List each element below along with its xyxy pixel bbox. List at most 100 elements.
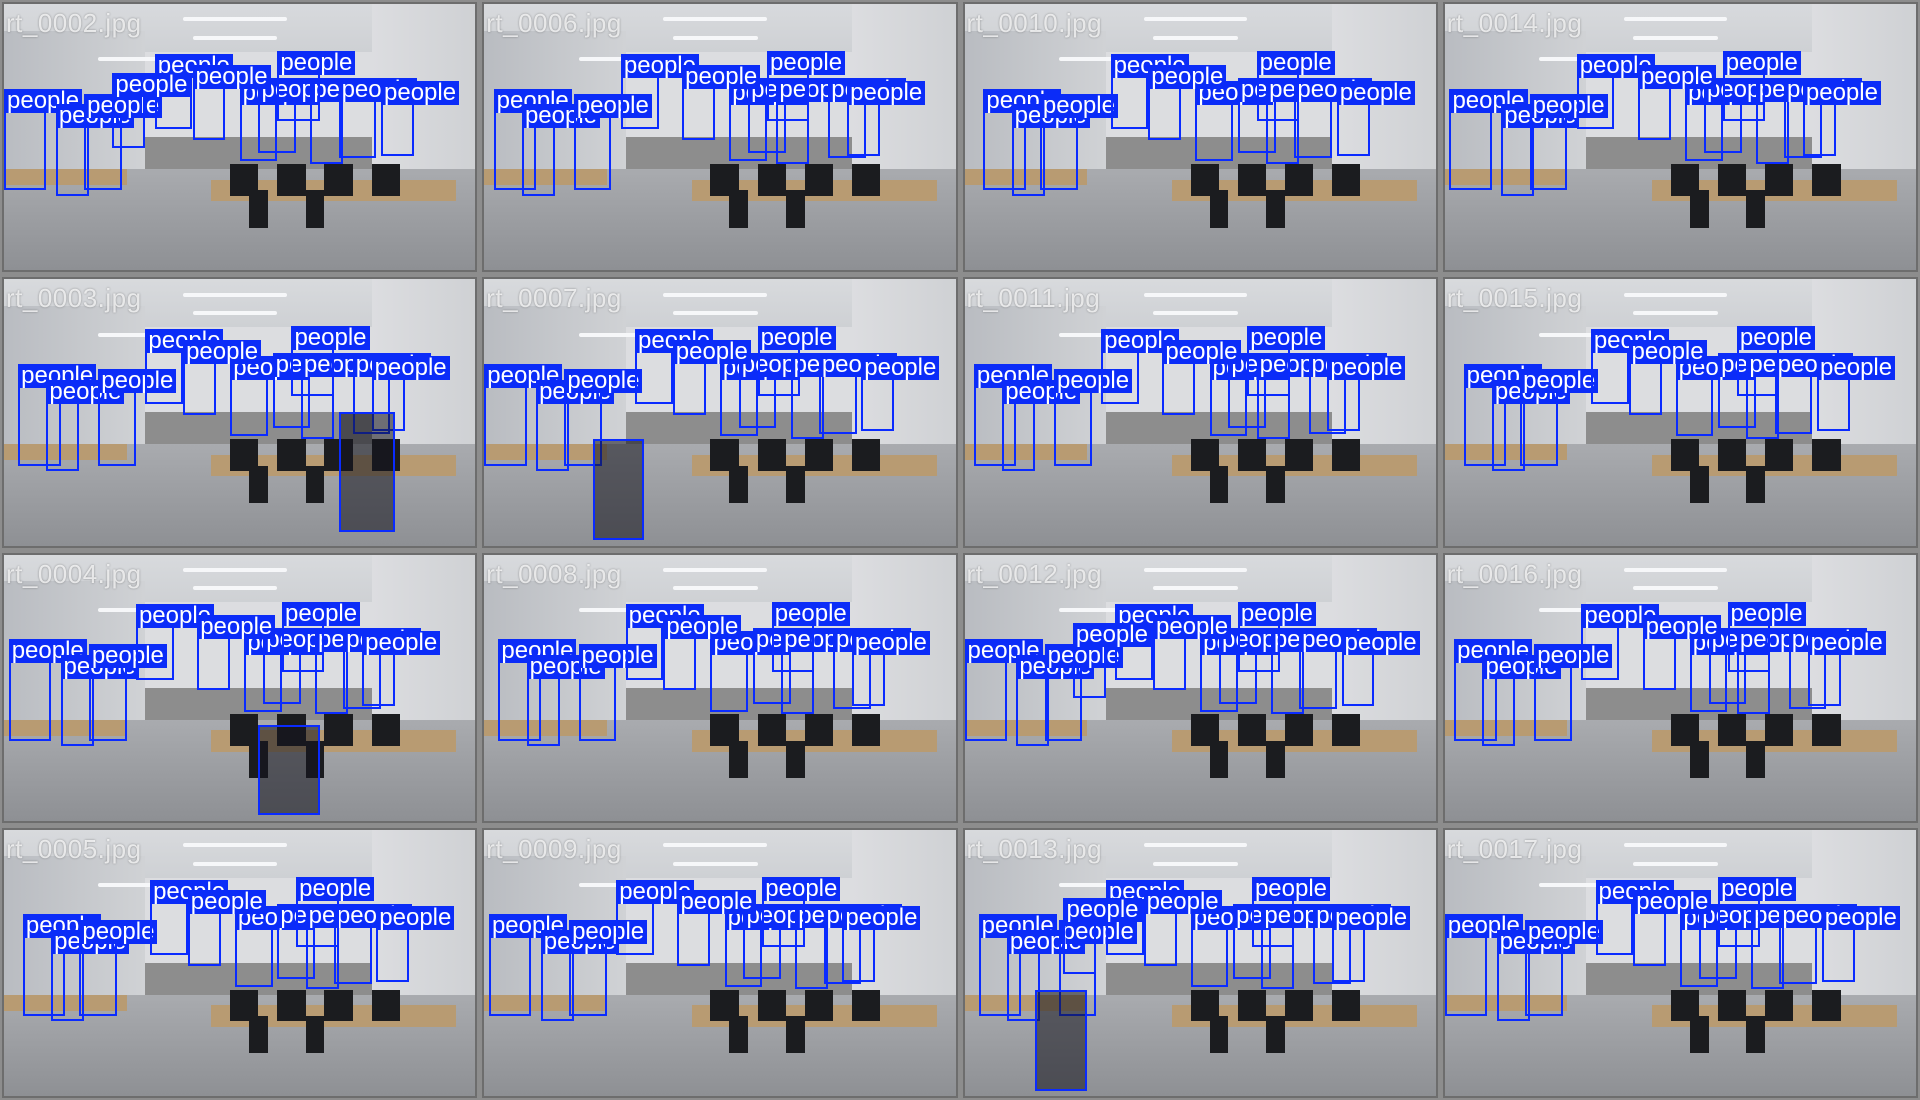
class-label: people [1072,623,1151,648]
class-label: people [1063,898,1142,923]
person-bounding-box: people [1774,353,1853,434]
detection-frame: people people people people people people peop… [482,277,958,548]
class-label: people [1039,93,1118,118]
person-bounding-box [1035,989,1088,1091]
class-label: people [381,80,460,105]
person-bounding-box: people [79,919,158,1017]
person-bounding-box: people [1332,906,1411,982]
frame-filename: rt_0017.jpg [1446,833,1583,864]
person-bounding-box: people [277,51,356,122]
person-bounding-box: people [488,914,568,1017]
class-label: people [861,355,940,380]
person-bounding-box: people [861,355,940,431]
class-label: people [1817,355,1896,380]
person-bounding-box: people [1524,919,1603,1017]
class-label: people [282,601,361,626]
class-label: people [192,64,271,89]
person-bounding-box: people [762,876,841,947]
person-bounding-box: people [526,654,605,747]
person-bounding-box: people [1072,623,1151,699]
class-label: people [1237,601,1316,626]
person-bounding-box: people [1802,80,1881,156]
class-label: people [376,906,455,931]
class-label: people [847,80,926,105]
person-bounding-box: people [1256,51,1335,122]
frame-filename: rt_0002.jpg [6,8,142,38]
person-bounding-box: people [1642,615,1721,691]
detection-frame: people people people people people people peop… [1442,827,1918,1098]
class-label: people [1256,51,1335,76]
detection-frame: people people people people people people peop… [482,2,958,273]
class-label: people [79,919,158,944]
person-bounding-box: people [296,876,375,947]
class-label: people [1524,919,1603,944]
class-label: people [1637,64,1717,89]
class-label: people [1327,355,1406,380]
class-label: people [1143,890,1222,915]
person-bounding-box: people [1482,654,1561,747]
detection-frame: people people people people people people peop… [2,277,478,548]
detection-frame: people people people people people people peop… [1442,552,1918,823]
person-bounding-box: people [98,369,177,466]
person-bounding-box: people [1529,93,1608,191]
frame-filename: rt_0006.jpg [486,8,622,38]
person-bounding-box: people [1251,876,1331,947]
class-label: people [564,369,643,394]
person-bounding-box: people [4,88,83,191]
person-bounding-box: people [1633,890,1712,966]
person-bounding-box: people [767,51,846,122]
person-bounding-box: people [1294,77,1373,159]
frame-filename: rt_0007.jpg [486,283,622,314]
class-label: people [677,890,756,915]
person-bounding-box: people [1595,879,1674,955]
person-bounding-box: people [1039,93,1118,191]
class-label: people [682,64,761,89]
person-bounding-box: people [663,615,742,691]
person-bounding-box [258,724,320,816]
person-bounding-box: people [1779,903,1858,985]
class-label: people [371,355,450,380]
person-bounding-box: people [46,379,125,471]
class-label: people [1807,631,1886,655]
person-bounding-box: people [851,631,930,707]
person-bounding-box: people [818,353,897,434]
frame-filename: rt_0005.jpg [6,833,142,864]
person-bounding-box: people [1299,628,1378,709]
person-bounding-box: people [964,639,1043,741]
person-bounding-box: people [672,339,751,416]
class-label: people [851,631,930,655]
person-bounding-box: people [1162,339,1241,416]
person-bounding-box: people [677,890,756,966]
person-bounding-box: people [1581,604,1660,680]
detection-frame: people people people people people people peop… [2,552,478,823]
detection-frame: people people people people people people peop… [2,2,478,273]
person-bounding-box: people [112,72,191,148]
person-bounding-box: people [376,906,455,982]
person-bounding-box: people [362,631,441,707]
person-bounding-box: people [682,64,761,140]
person-bounding-box: people [187,890,266,966]
class-label: people [362,631,441,655]
person-bounding-box: people [1821,906,1900,982]
class-label: people [1520,369,1599,394]
person-bounding-box: people [1722,51,1801,122]
class-label: people [1633,890,1712,915]
person-bounding-box: people [1237,601,1316,672]
person-bounding-box: people [573,93,652,191]
person-bounding-box: people [338,77,417,159]
person-bounding-box: people [1110,53,1189,130]
person-bounding-box: people [8,639,87,741]
person-bounding-box: people [710,631,789,712]
person-bounding-box: people [1637,64,1717,140]
class-label: people [1718,876,1797,901]
person-bounding-box: people [1817,355,1896,431]
class-label: people [187,890,266,915]
person-bounding-box: people [145,329,224,405]
frame-filename: rt_0011.jpg [966,283,1101,314]
person-bounding-box: people [1247,326,1326,397]
person-bounding-box: people [135,604,215,680]
person-bounding-box: people [1534,644,1613,741]
frame-filename: rt_0009.jpg [486,833,622,864]
person-bounding-box: people [230,355,309,437]
person-bounding-box: people [1190,906,1269,987]
